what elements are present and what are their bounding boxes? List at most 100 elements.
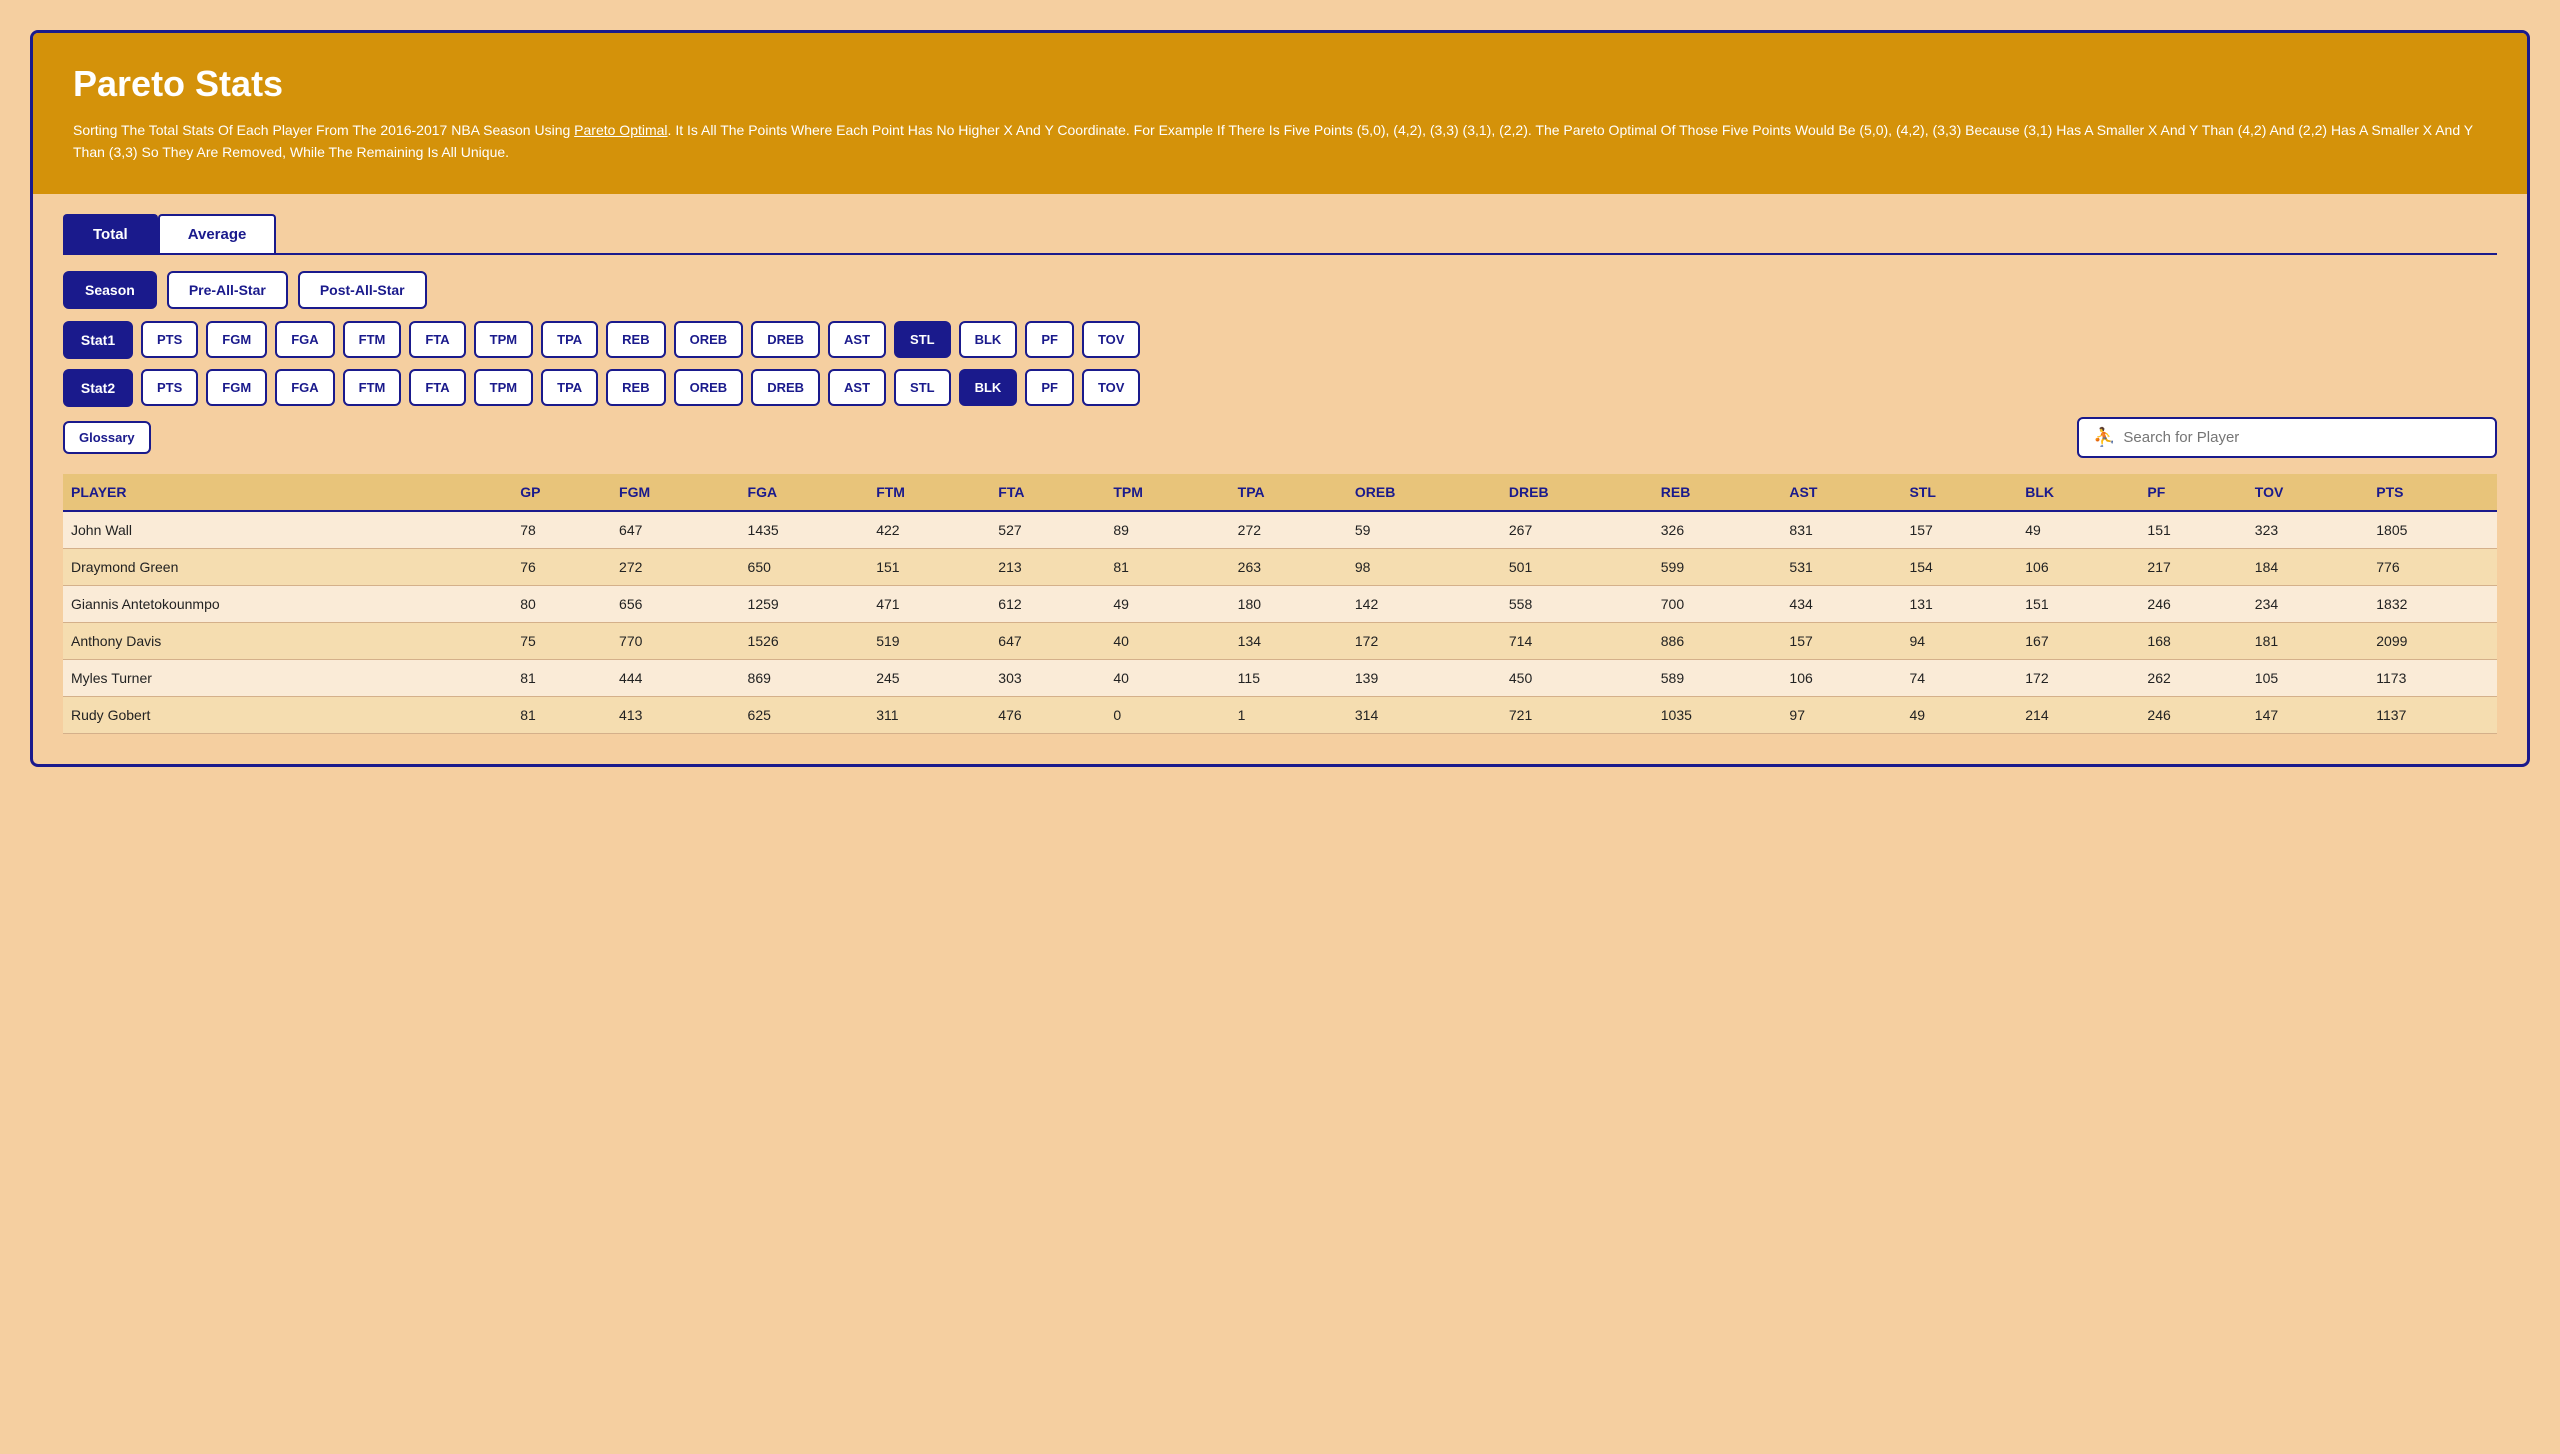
cell-gp: 78 (512, 511, 611, 549)
stat2-fta[interactable]: FTA (409, 369, 465, 406)
col-gp: GP (512, 474, 611, 511)
stat1-stl[interactable]: STL (894, 321, 951, 358)
filter-post-all-star[interactable]: Post-All-Star (298, 271, 427, 309)
stat1-fga[interactable]: FGA (275, 321, 334, 358)
stat1-fgm[interactable]: FGM (206, 321, 267, 358)
cell-ast: 157 (1781, 622, 1901, 659)
cell-gp: 76 (512, 548, 611, 585)
cell-tpa: 180 (1230, 585, 1347, 622)
filter-pre-all-star[interactable]: Pre-All-Star (167, 271, 288, 309)
col-tpa: TPA (1230, 474, 1347, 511)
cell-tpm: 81 (1105, 548, 1229, 585)
stat2-tov[interactable]: TOV (1082, 369, 1141, 406)
cell-dreb: 714 (1501, 622, 1653, 659)
cell-tpa: 272 (1230, 511, 1347, 549)
stat1-label-button[interactable]: Stat1 (63, 321, 133, 359)
col-blk: BLK (2017, 474, 2139, 511)
stat1-ftm[interactable]: FTM (343, 321, 402, 358)
stat1-fta[interactable]: FTA (409, 321, 465, 358)
cell-oreb: 314 (1347, 696, 1501, 733)
cell-pts: 2099 (2368, 622, 2497, 659)
stat2-pts[interactable]: PTS (141, 369, 198, 406)
stat1-row: Stat1 PTS FGM FGA FTM FTA TPM TPA REB OR… (63, 321, 2497, 359)
stat1-reb[interactable]: REB (606, 321, 665, 358)
stat2-ftm[interactable]: FTM (343, 369, 402, 406)
cell-pf: 262 (2139, 659, 2246, 696)
cell-oreb: 142 (1347, 585, 1501, 622)
cell-fga: 1526 (740, 622, 869, 659)
cell-pf: 246 (2139, 585, 2246, 622)
stat2-ast[interactable]: AST (828, 369, 886, 406)
stat2-tpm[interactable]: TPM (474, 369, 533, 406)
cell-tpa: 263 (1230, 548, 1347, 585)
period-filter-row: Season Pre-All-Star Post-All-Star (63, 271, 2497, 309)
cell-tpm: 40 (1105, 622, 1229, 659)
stat2-reb[interactable]: REB (606, 369, 665, 406)
filter-season[interactable]: Season (63, 271, 157, 309)
cell-reb: 589 (1653, 659, 1782, 696)
stat2-label-button[interactable]: Stat2 (63, 369, 133, 407)
stat1-ast[interactable]: AST (828, 321, 886, 358)
stat2-stl[interactable]: STL (894, 369, 951, 406)
table-header-row: PLAYER GP FGM FGA FTM FTA TPM TPA OREB D… (63, 474, 2497, 511)
cell-fgm: 656 (611, 585, 740, 622)
cell-reb: 700 (1653, 585, 1782, 622)
stat2-dreb[interactable]: DREB (751, 369, 820, 406)
col-stl: STL (1901, 474, 2017, 511)
cell-stl: 131 (1901, 585, 2017, 622)
cell-fgm: 444 (611, 659, 740, 696)
stat1-blk[interactable]: BLK (959, 321, 1018, 358)
stat2-fgm[interactable]: FGM (206, 369, 267, 406)
cell-tov: 105 (2247, 659, 2368, 696)
cell-stl: 154 (1901, 548, 2017, 585)
cell-stl: 74 (1901, 659, 2017, 696)
stat1-oreb[interactable]: OREB (674, 321, 744, 358)
cell-player: Anthony Davis (63, 622, 512, 659)
cell-fta: 303 (990, 659, 1105, 696)
cell-tpa: 1 (1230, 696, 1347, 733)
stat2-pf[interactable]: PF (1025, 369, 1074, 406)
cell-reb: 326 (1653, 511, 1782, 549)
table-row: Giannis Antetokounmpo8065612594716124918… (63, 585, 2497, 622)
glossary-button[interactable]: Glossary (63, 421, 151, 454)
cell-player: John Wall (63, 511, 512, 549)
col-dreb: DREB (1501, 474, 1653, 511)
table-row: Anthony Davis757701526519647401341727148… (63, 622, 2497, 659)
cell-dreb: 267 (1501, 511, 1653, 549)
stat1-pf[interactable]: PF (1025, 321, 1074, 358)
stat1-tpa[interactable]: TPA (541, 321, 598, 358)
table-row: John Wall7864714354225278927259267326831… (63, 511, 2497, 549)
cell-pf: 151 (2139, 511, 2246, 549)
stat2-tpa[interactable]: TPA (541, 369, 598, 406)
cell-tov: 323 (2247, 511, 2368, 549)
stat1-pts[interactable]: PTS (141, 321, 198, 358)
cell-tpa: 115 (1230, 659, 1347, 696)
cell-tpa: 134 (1230, 622, 1347, 659)
table-row: Myles Turner8144486924530340115139450589… (63, 659, 2497, 696)
stat1-tpm[interactable]: TPM (474, 321, 533, 358)
cell-tov: 234 (2247, 585, 2368, 622)
cell-gp: 81 (512, 696, 611, 733)
col-fta: FTA (990, 474, 1105, 511)
cell-pts: 776 (2368, 548, 2497, 585)
tab-total[interactable]: Total (63, 214, 158, 253)
tab-average[interactable]: Average (158, 214, 277, 253)
main-container: Pareto Stats Sorting The Total Stats Of … (30, 30, 2530, 767)
stat2-fga[interactable]: FGA (275, 369, 334, 406)
stat2-oreb[interactable]: OREB (674, 369, 744, 406)
cell-player: Draymond Green (63, 548, 512, 585)
stat2-blk[interactable]: BLK (959, 369, 1018, 406)
cell-fgm: 647 (611, 511, 740, 549)
col-tpm: TPM (1105, 474, 1229, 511)
pareto-link[interactable]: Pareto Optimal (574, 122, 667, 138)
cell-fgm: 272 (611, 548, 740, 585)
stats-table: PLAYER GP FGM FGA FTM FTA TPM TPA OREB D… (63, 474, 2497, 734)
cell-fga: 869 (740, 659, 869, 696)
stat1-dreb[interactable]: DREB (751, 321, 820, 358)
stat1-tov[interactable]: TOV (1082, 321, 1141, 358)
search-input[interactable] (2123, 429, 2481, 446)
col-fga: FGA (740, 474, 869, 511)
cell-fta: 647 (990, 622, 1105, 659)
cell-player: Giannis Antetokounmpo (63, 585, 512, 622)
cell-reb: 1035 (1653, 696, 1782, 733)
